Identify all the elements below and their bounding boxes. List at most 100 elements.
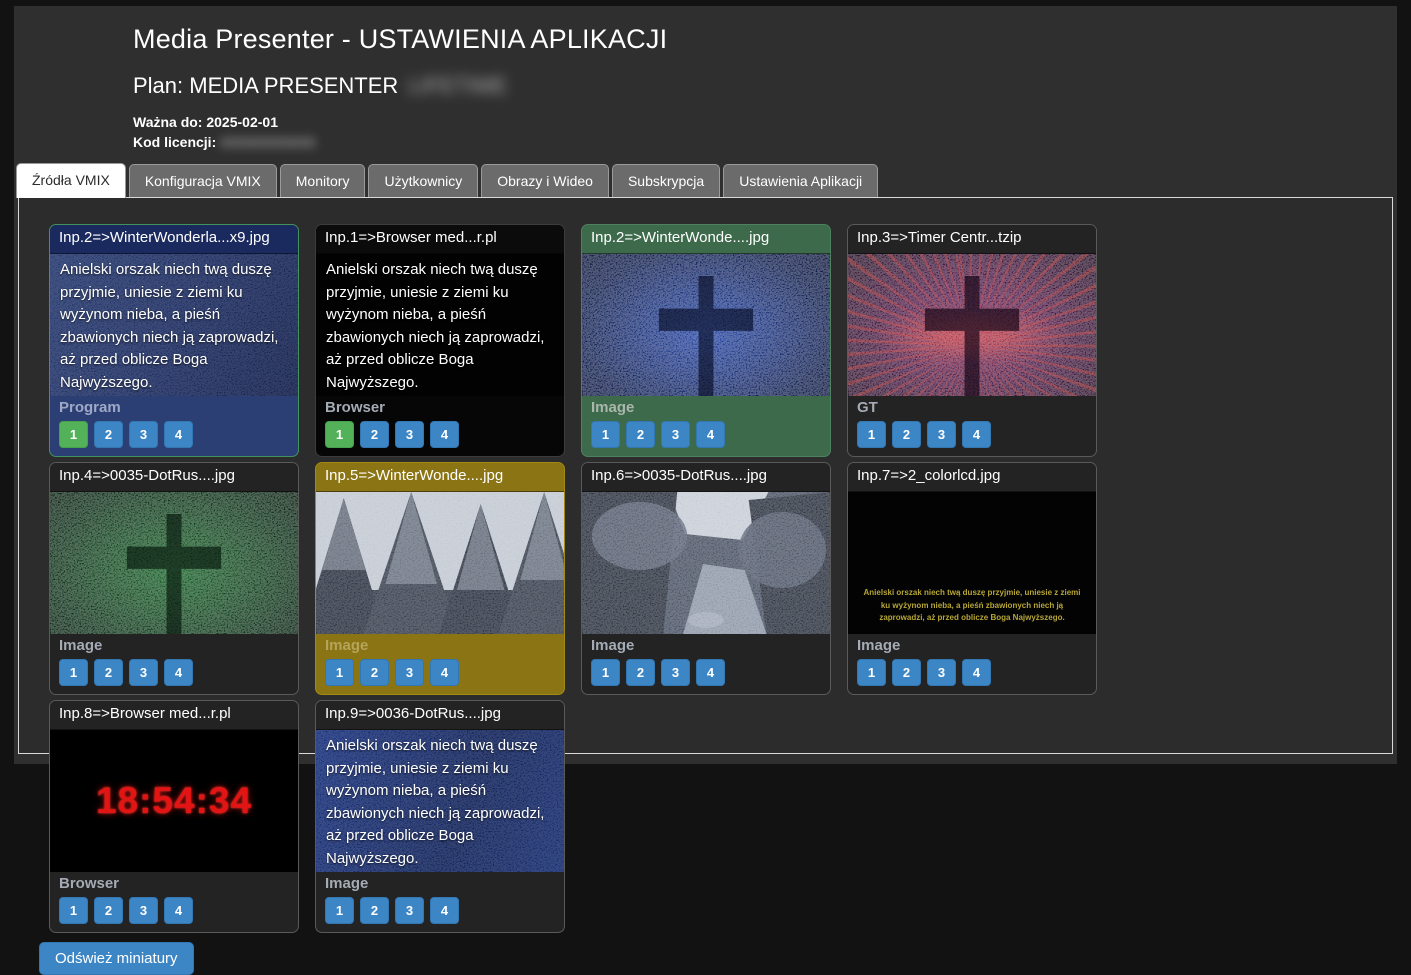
tab-uzytkownicy[interactable]: Użytkownicy	[368, 164, 478, 197]
input-card-title: Inp.2=>WinterWonde....jpg	[582, 225, 830, 254]
input-card-inp2-program: Inp.2=>WinterWonderla...x9.jpg Anielski …	[49, 224, 299, 457]
screen-button-2[interactable]: 2	[360, 421, 389, 448]
screen-button-4[interactable]: 4	[164, 421, 193, 448]
app-window: Media Presenter - USTAWIENIA APLIKACJI P…	[14, 6, 1397, 764]
song-text-overlay: Anielski orszak niech twą duszę przyjmie…	[50, 254, 298, 396]
tab-monitory[interactable]: Monitory	[280, 164, 366, 197]
tab-ustawienia-aplikacji[interactable]: Ustawienia Aplikacji	[723, 164, 878, 197]
refresh-thumbnails-button[interactable]: Odśwież miniatury	[39, 942, 194, 975]
cross-silhouette	[112, 504, 236, 635]
tab-subskrypcja[interactable]: Subskrypcja	[612, 164, 720, 197]
input-thumbnail: Anielski orszak niech twą duszę przyjmie…	[316, 254, 564, 396]
screen-button-3[interactable]: 3	[661, 659, 690, 686]
screen-button-1[interactable]: 1	[857, 659, 886, 686]
screen-button-1[interactable]: 1	[325, 421, 354, 448]
screen-button-1[interactable]: 1	[591, 659, 620, 686]
screen-button-3[interactable]: 3	[661, 421, 690, 448]
screen-button-1[interactable]: 1	[59, 897, 88, 924]
screen-button-2[interactable]: 2	[94, 421, 123, 448]
screen-button-4[interactable]: 4	[962, 659, 991, 686]
input-card-title: Inp.9=>0036-DotRus....jpg	[316, 701, 564, 730]
input-type-label: Browser	[50, 872, 298, 893]
tab-zrodla-vmix[interactable]: Źródła VMIX	[16, 163, 126, 198]
screen-button-2[interactable]: 2	[626, 421, 655, 448]
screen-button-4[interactable]: 4	[962, 421, 991, 448]
screen-button-2[interactable]: 2	[94, 897, 123, 924]
input-card-inp2-image: Inp.2=>WinterWonde....jpg Image 1 2 3 4	[581, 224, 831, 457]
input-type-label: Image	[50, 634, 298, 655]
input-thumbnail-clock: 18:54:34	[50, 730, 298, 872]
screen-button-3[interactable]: 3	[927, 421, 956, 448]
header: Media Presenter - USTAWIENIA APLIKACJI P…	[14, 6, 1397, 153]
input-thumbnail-snowy-forest	[582, 492, 830, 634]
screen-buttons: 1 2 3 4	[50, 655, 298, 695]
screen-button-2[interactable]: 2	[360, 897, 389, 924]
winter-trees-picture	[316, 492, 564, 634]
input-thumbnail-cross-blue	[582, 254, 830, 396]
input-type-label: Image	[316, 634, 564, 655]
screen-button-1[interactable]: 1	[325, 897, 354, 924]
tab-konfiguracja-vmix[interactable]: Konfiguracja VMIX	[129, 164, 277, 197]
screen-buttons: 1 2 3 4	[316, 893, 564, 933]
screen-button-2[interactable]: 2	[892, 659, 921, 686]
screen-button-3[interactable]: 3	[129, 421, 158, 448]
input-card-title: Inp.5=>WinterWonde....jpg	[316, 463, 564, 492]
screen-button-4[interactable]: 4	[430, 659, 459, 686]
clock-display: 18:54:34	[96, 780, 252, 822]
tab-obrazy-i-wideo[interactable]: Obrazy i Wideo	[481, 164, 609, 197]
input-card-inp3-gt: Inp.3=>Timer Centr...tzip GT 1 2 3 4	[847, 224, 1097, 457]
screen-button-1[interactable]: 1	[591, 421, 620, 448]
input-card-title: Inp.7=>2_colorlcd.jpg	[848, 463, 1096, 492]
screen-button-2[interactable]: 2	[360, 659, 389, 686]
tab-content-panel: Inp.2=>WinterWonderla...x9.jpg Anielski …	[18, 197, 1393, 754]
screen-button-4[interactable]: 4	[430, 897, 459, 924]
input-card-inp6-image: Inp.6=>0035-DotRus....jpg Image	[581, 462, 831, 695]
screen-button-2[interactable]: 2	[626, 659, 655, 686]
screen-button-3[interactable]: 3	[395, 659, 424, 686]
input-card-inp8-browser: Inp.8=>Browser med...r.pl 18:54:34 Brows…	[49, 700, 299, 933]
screen-button-2[interactable]: 2	[892, 421, 921, 448]
input-card-title: Inp.8=>Browser med...r.pl	[50, 701, 298, 730]
screen-button-1[interactable]: 1	[59, 421, 88, 448]
input-card-title: Inp.6=>0035-DotRus....jpg	[582, 463, 830, 492]
screen-button-3[interactable]: 3	[395, 421, 424, 448]
screen-button-4[interactable]: 4	[696, 421, 725, 448]
screen-button-3[interactable]: 3	[395, 897, 424, 924]
input-type-label: Browser	[316, 396, 564, 417]
vmix-input-grid: Inp.2=>WinterWonderla...x9.jpg Anielski …	[19, 198, 1392, 933]
plan-badge-blurred: LIFETIME	[408, 73, 507, 99]
input-card-inp4-image: Inp.4=>0035-DotRus....jpg Image 1 2 3 4	[49, 462, 299, 695]
input-thumbnail-black-text: Anielski orszak niech twą duszę przyjmie…	[848, 492, 1096, 634]
input-card-inp9-image: Inp.9=>0036-DotRus....jpg Anielski orsza…	[315, 700, 565, 933]
input-type-label: Image	[316, 872, 564, 893]
input-type-label: Image	[848, 634, 1096, 655]
screen-button-1[interactable]: 1	[59, 659, 88, 686]
page-title: Media Presenter - USTAWIENIA APLIKACJI	[133, 24, 1367, 55]
input-type-label: Program	[50, 396, 298, 417]
license-code-blurred: XXXXXXXXXXX	[220, 135, 315, 150]
screen-button-4[interactable]: 4	[164, 897, 193, 924]
input-thumbnail: Anielski orszak niech twą duszę przyjmie…	[316, 730, 564, 872]
screen-button-4[interactable]: 4	[696, 659, 725, 686]
screen-button-2[interactable]: 2	[94, 659, 123, 686]
screen-button-4[interactable]: 4	[164, 659, 193, 686]
input-card-inp1-browser: Inp.1=>Browser med...r.pl Anielski orsza…	[315, 224, 565, 457]
screen-buttons: 1 2 3 4	[848, 655, 1096, 695]
input-thumbnail-cross-green	[50, 492, 298, 634]
screen-button-3[interactable]: 3	[129, 659, 158, 686]
screen-buttons: 1 2 3 4	[316, 417, 564, 457]
screen-button-3[interactable]: 3	[129, 897, 158, 924]
input-card-inp7-image: Inp.7=>2_colorlcd.jpg Anielski orszak ni…	[847, 462, 1097, 695]
screen-button-1[interactable]: 1	[325, 659, 354, 686]
screen-button-3[interactable]: 3	[927, 659, 956, 686]
license-label: Kod licencji:	[133, 134, 216, 150]
song-text-overlay: Anielski orszak niech twą duszę przyjmie…	[316, 254, 564, 396]
screen-button-1[interactable]: 1	[857, 421, 886, 448]
input-type-label: GT	[848, 396, 1096, 417]
song-text-overlay: Anielski orszak niech twą duszę przyjmie…	[316, 730, 564, 872]
screen-button-4[interactable]: 4	[430, 421, 459, 448]
input-card-inp5-image: Inp.5=>WinterWonde....jpg	[315, 462, 565, 695]
screen-buttons: 1 2 3 4	[50, 417, 298, 457]
input-thumbnail-cross-purple	[848, 254, 1096, 396]
input-card-title: Inp.3=>Timer Centr...tzip	[848, 225, 1096, 254]
